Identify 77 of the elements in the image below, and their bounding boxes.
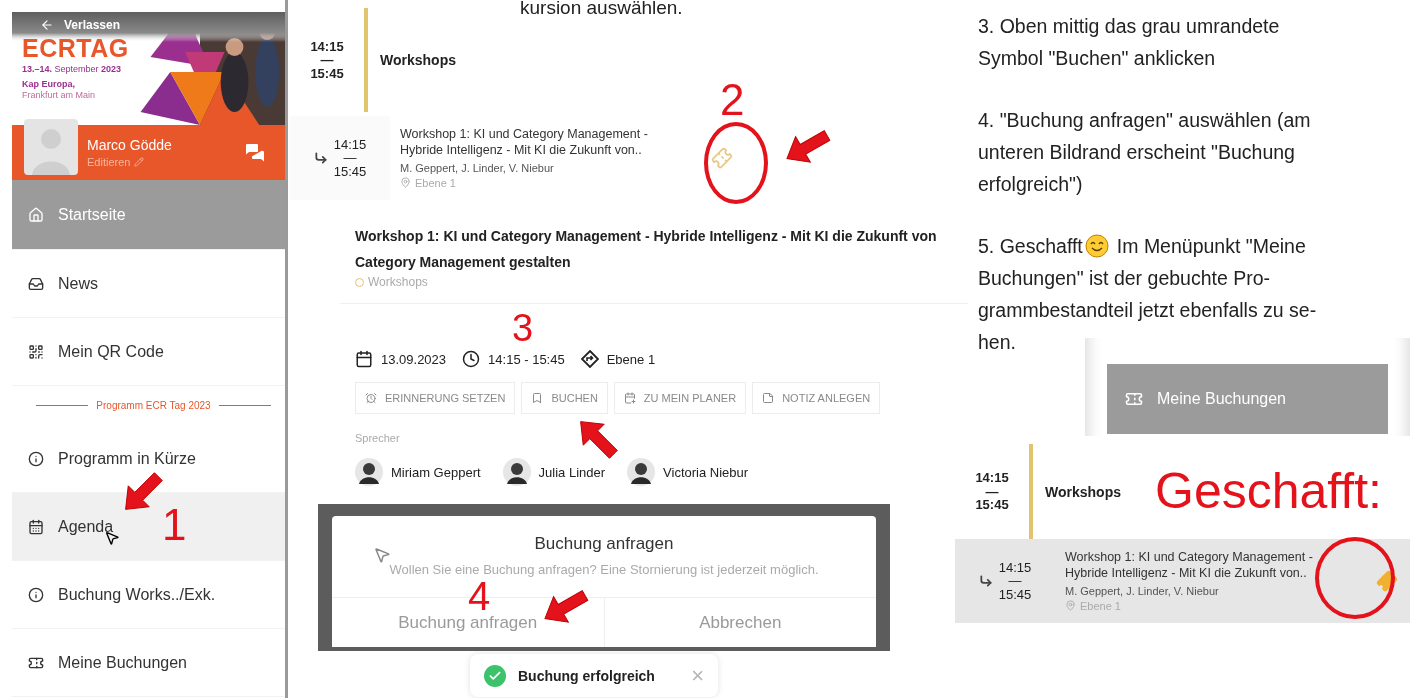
instruction-text: 4. "Buchung anfragen" auswählen (am unteren Bildrand erscheint "Buchung erfolgreich") bbox=[978, 108, 1312, 197]
start-time: 14:15 bbox=[310, 39, 344, 54]
cursor-icon bbox=[373, 546, 391, 564]
speaker-link[interactable]: Julia Linder bbox=[502, 458, 606, 486]
end-time: 15:45 bbox=[975, 498, 1009, 512]
session-title: Workshop 1: KI und Category Management - Hybride Intelligenz - Mit KI die Zukunft von.. bbox=[400, 126, 649, 159]
detail-date: 13.09.2023 bbox=[381, 351, 447, 367]
slot-title: Workshops bbox=[380, 52, 456, 68]
session-speakers: M. Geppert, J. Linder, V. Niebur bbox=[400, 161, 555, 174]
instruction-text: 3. Oben mittig das grau umrandete Symbol "Buchen" anklicken bbox=[978, 14, 1281, 71]
step-number: 3 bbox=[512, 309, 534, 347]
session-speakers: M. Geppert, J. Linder, V. Niebur bbox=[1065, 584, 1220, 597]
end-time: 15:45 bbox=[333, 164, 367, 179]
detail-time: 14:15 - 15:45 bbox=[488, 351, 565, 367]
action-button[interactable]: ZU MEIN PLANER bbox=[613, 382, 747, 414]
slot-title: Workshops bbox=[1045, 483, 1121, 500]
instruction-text: Im Menüpunkt "Meine bbox=[1116, 234, 1306, 259]
start-time: 14:15 bbox=[998, 560, 1032, 575]
category-tag: Workshops bbox=[355, 275, 428, 289]
detail-location: Ebene 1 bbox=[606, 351, 656, 367]
success-icon bbox=[484, 664, 506, 687]
speaker-link[interactable]: Miriam Geppert bbox=[355, 458, 481, 486]
subitem-arrow-icon bbox=[978, 574, 993, 588]
end-time: 15:45 bbox=[998, 587, 1032, 602]
info-icon bbox=[28, 450, 44, 467]
section-label: Programm ECR Tag 2023 bbox=[96, 400, 211, 411]
pencil-icon bbox=[134, 157, 145, 167]
end-time: 15:45 bbox=[310, 66, 344, 81]
action-button[interactable]: NOTIZ ANLEGEN bbox=[752, 382, 881, 414]
speaker-link[interactable]: Victoria Niebur bbox=[627, 458, 749, 486]
event-logo: ECRTAG bbox=[22, 36, 129, 61]
session-location: Ebene 1 bbox=[415, 176, 456, 189]
instruction-text: Buchungen" ist der gebuchte Pro- grammbestandteil jetzt ebenfalls zu se- hen. bbox=[978, 266, 1317, 355]
clock-icon bbox=[462, 350, 481, 368]
alarm-clock-icon bbox=[365, 392, 377, 404]
direction-sign-icon bbox=[580, 350, 599, 368]
instruction-text: 5. Geschafft bbox=[978, 234, 1083, 259]
time-dash: — bbox=[320, 53, 334, 67]
note-icon bbox=[762, 392, 775, 404]
avatar bbox=[627, 458, 656, 486]
dialog-title: Buchung anfragen bbox=[533, 534, 675, 554]
location-pin-icon bbox=[1065, 600, 1076, 611]
calendar-plus-icon bbox=[623, 392, 636, 404]
success-heading: Geschafft: bbox=[1155, 466, 1382, 516]
tray-icon bbox=[28, 275, 44, 292]
avatar bbox=[24, 119, 78, 175]
user-name: Marco Gödde bbox=[87, 137, 173, 153]
qr-code-icon bbox=[28, 343, 44, 360]
instruction-text: kursion auswählen. bbox=[520, 0, 683, 19]
time-dash: — bbox=[343, 151, 357, 165]
dialog-message: Wollen Sie eine Buchung anfragen? Eine Stornierung ist jederzeit möglich. bbox=[388, 562, 820, 577]
avatar bbox=[502, 458, 531, 486]
event-city: Frankfurt am Main bbox=[22, 90, 96, 103]
ticket-icon bbox=[1125, 390, 1143, 408]
start-time: 14:15 bbox=[333, 137, 367, 152]
back-link[interactable]: Verlassen bbox=[22, 18, 121, 32]
event-dates: 13.–14. September 2023 bbox=[22, 64, 122, 76]
event-venue: Kap Europa, bbox=[22, 78, 75, 91]
speakers-label: Sprecher bbox=[355, 432, 401, 444]
home-icon bbox=[28, 206, 44, 223]
detail-title: Workshop 1: KI und Category Management - Hybride Intelligenz - Mit KI die Zukunft von Category Management gestalten bbox=[355, 227, 938, 272]
calendar-icon bbox=[355, 350, 373, 368]
step-number: 1 bbox=[162, 503, 187, 547]
subitem-arrow-icon bbox=[313, 151, 328, 165]
avatar bbox=[355, 458, 383, 486]
action-button[interactable]: BUCHEN bbox=[521, 382, 608, 414]
bookmark-icon bbox=[531, 392, 544, 404]
start-time: 14:15 bbox=[975, 471, 1009, 485]
session-title: Workshop 1: KI und Category Management - Hybride Intelligenz - Mit KI die Zukunft von.. bbox=[1065, 549, 1314, 582]
toast-message: Buchung erfolgreich bbox=[518, 667, 656, 684]
time-dash: — bbox=[1008, 574, 1022, 588]
time-dash: — bbox=[985, 484, 999, 499]
info-icon bbox=[28, 586, 44, 603]
location-pin-icon bbox=[400, 177, 411, 188]
smiley-icon bbox=[1084, 234, 1109, 258]
calendar-icon bbox=[28, 518, 44, 535]
action-button[interactable]: ERINNERUNG SETZEN bbox=[355, 382, 516, 414]
